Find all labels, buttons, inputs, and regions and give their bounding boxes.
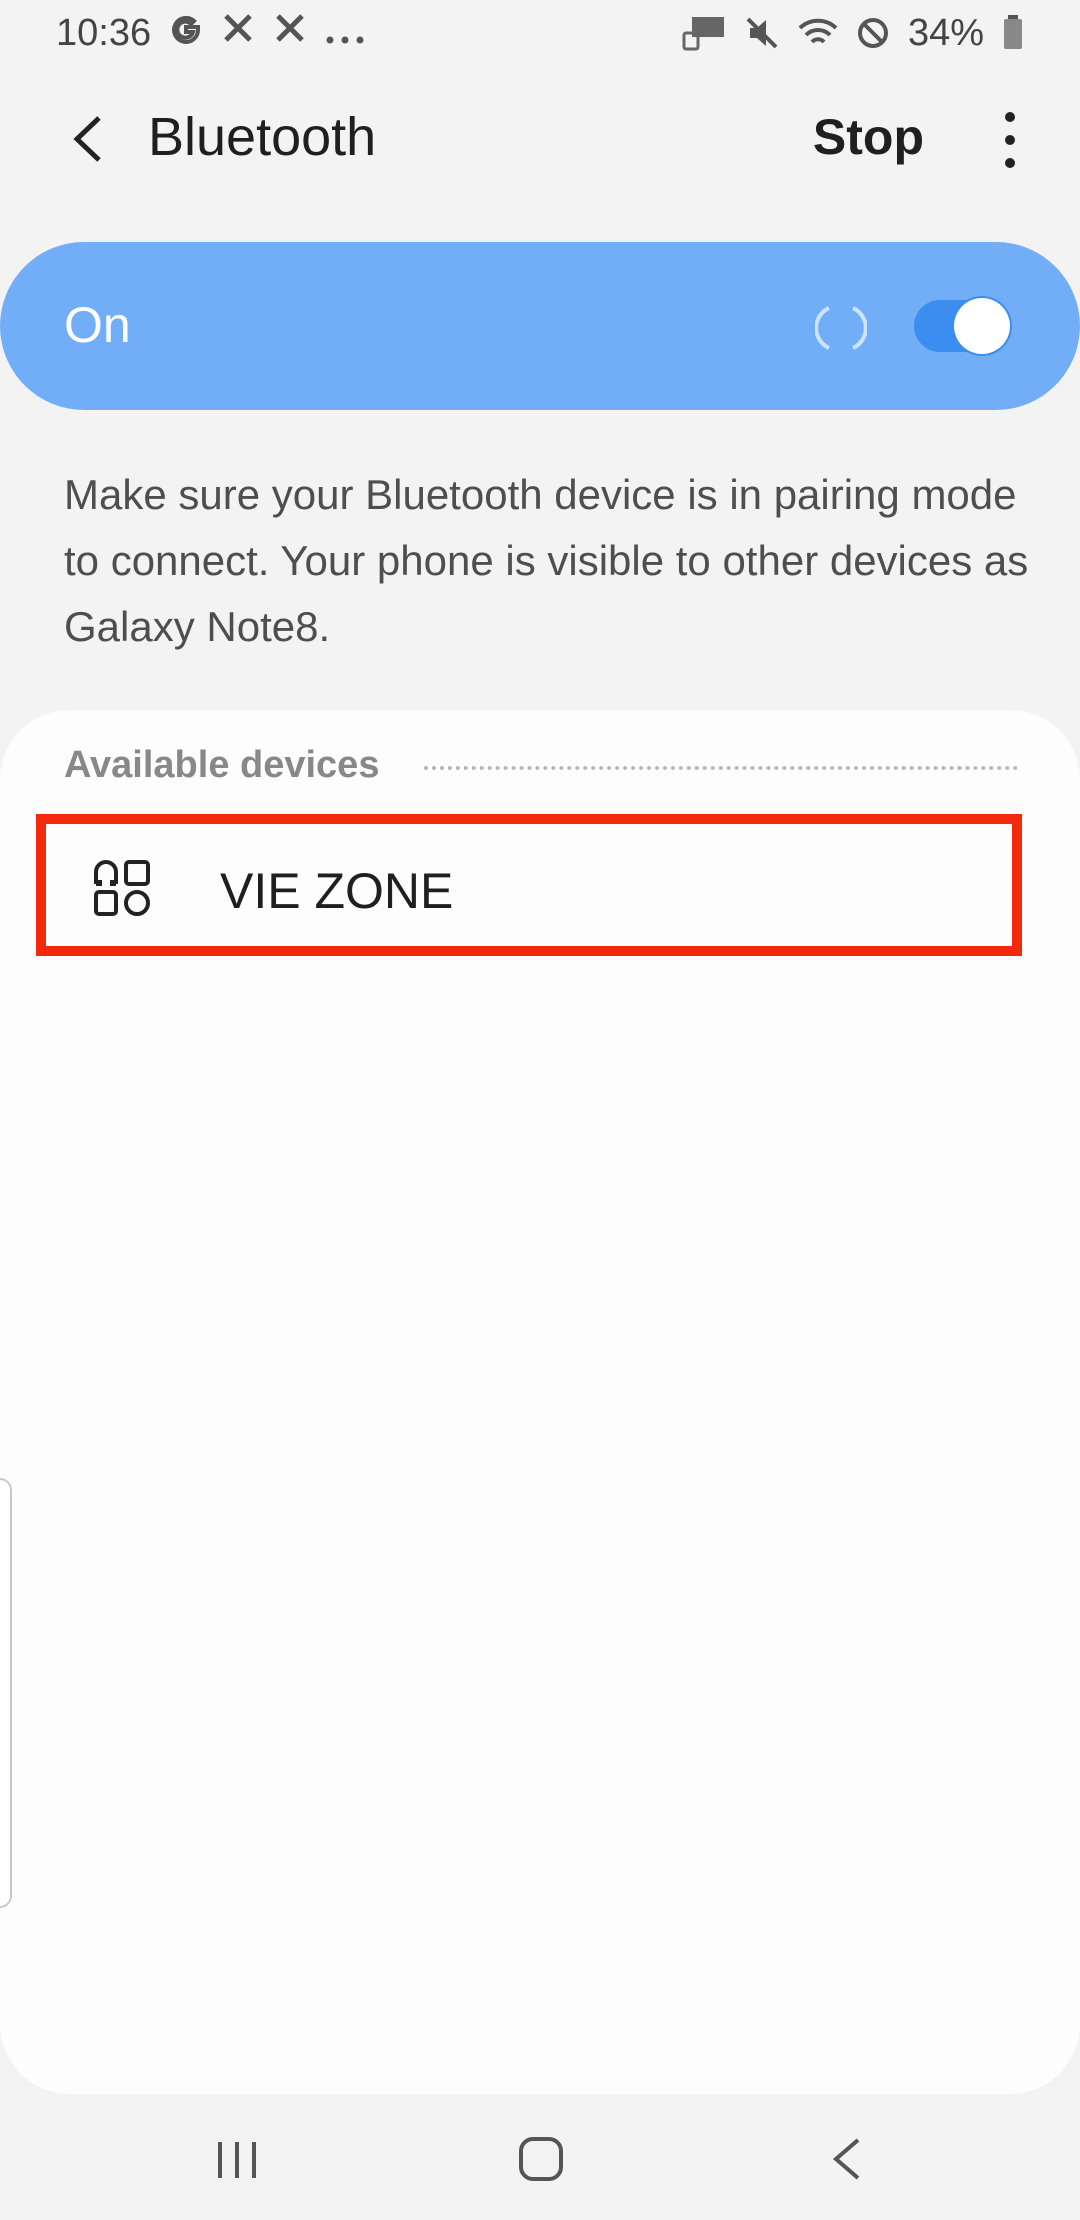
do-not-disturb-icon	[856, 16, 890, 50]
nfc-icon	[682, 15, 726, 51]
google-g-icon	[169, 11, 203, 55]
bluetooth-toggle-card[interactable]: On	[0, 242, 1080, 410]
wifi-icon	[798, 16, 838, 50]
back-button[interactable]	[52, 104, 122, 174]
switch-knob	[954, 298, 1010, 354]
back-icon[interactable]	[826, 2134, 866, 2184]
battery-icon	[1002, 15, 1024, 51]
edge-panel-handle[interactable]	[0, 1478, 12, 1908]
scanning-spinner-icon	[815, 306, 867, 350]
status-time: 10:36	[56, 11, 152, 54]
device-generic-icon	[94, 860, 150, 916]
page-title: Bluetooth	[148, 107, 377, 167]
status-bar-right: 34%	[682, 12, 1024, 55]
toggle-label: On	[64, 297, 131, 353]
section-divider	[424, 766, 1018, 770]
more-options-icon[interactable]	[990, 112, 1030, 168]
tools-icon	[221, 11, 255, 55]
device-name: VIE ZONE	[220, 863, 454, 919]
chevron-left-icon	[73, 116, 101, 162]
home-icon[interactable]	[516, 2134, 566, 2184]
status-bar: 10:36 34%	[0, 0, 1080, 66]
stop-button[interactable]: Stop	[813, 108, 924, 166]
list-item-device[interactable]: VIE ZONE	[36, 814, 1022, 956]
bluetooth-switch[interactable]	[914, 298, 1010, 354]
tools-icon	[273, 11, 307, 55]
navigation-bar	[0, 2094, 1080, 2220]
status-bar-left: 10:36	[56, 11, 365, 55]
more-notifications-icon	[325, 12, 365, 55]
available-devices-panel: Available devices VIE ZONE	[0, 710, 1080, 2094]
mute-icon	[744, 15, 780, 51]
recent-apps-icon[interactable]	[214, 2138, 260, 2182]
app-header: Bluetooth Stop	[0, 82, 1080, 192]
pairing-description: Make sure your Bluetooth device is in pa…	[64, 471, 1029, 650]
battery-percent: 34%	[907, 11, 984, 54]
section-header-available-devices: Available devices	[64, 744, 380, 786]
